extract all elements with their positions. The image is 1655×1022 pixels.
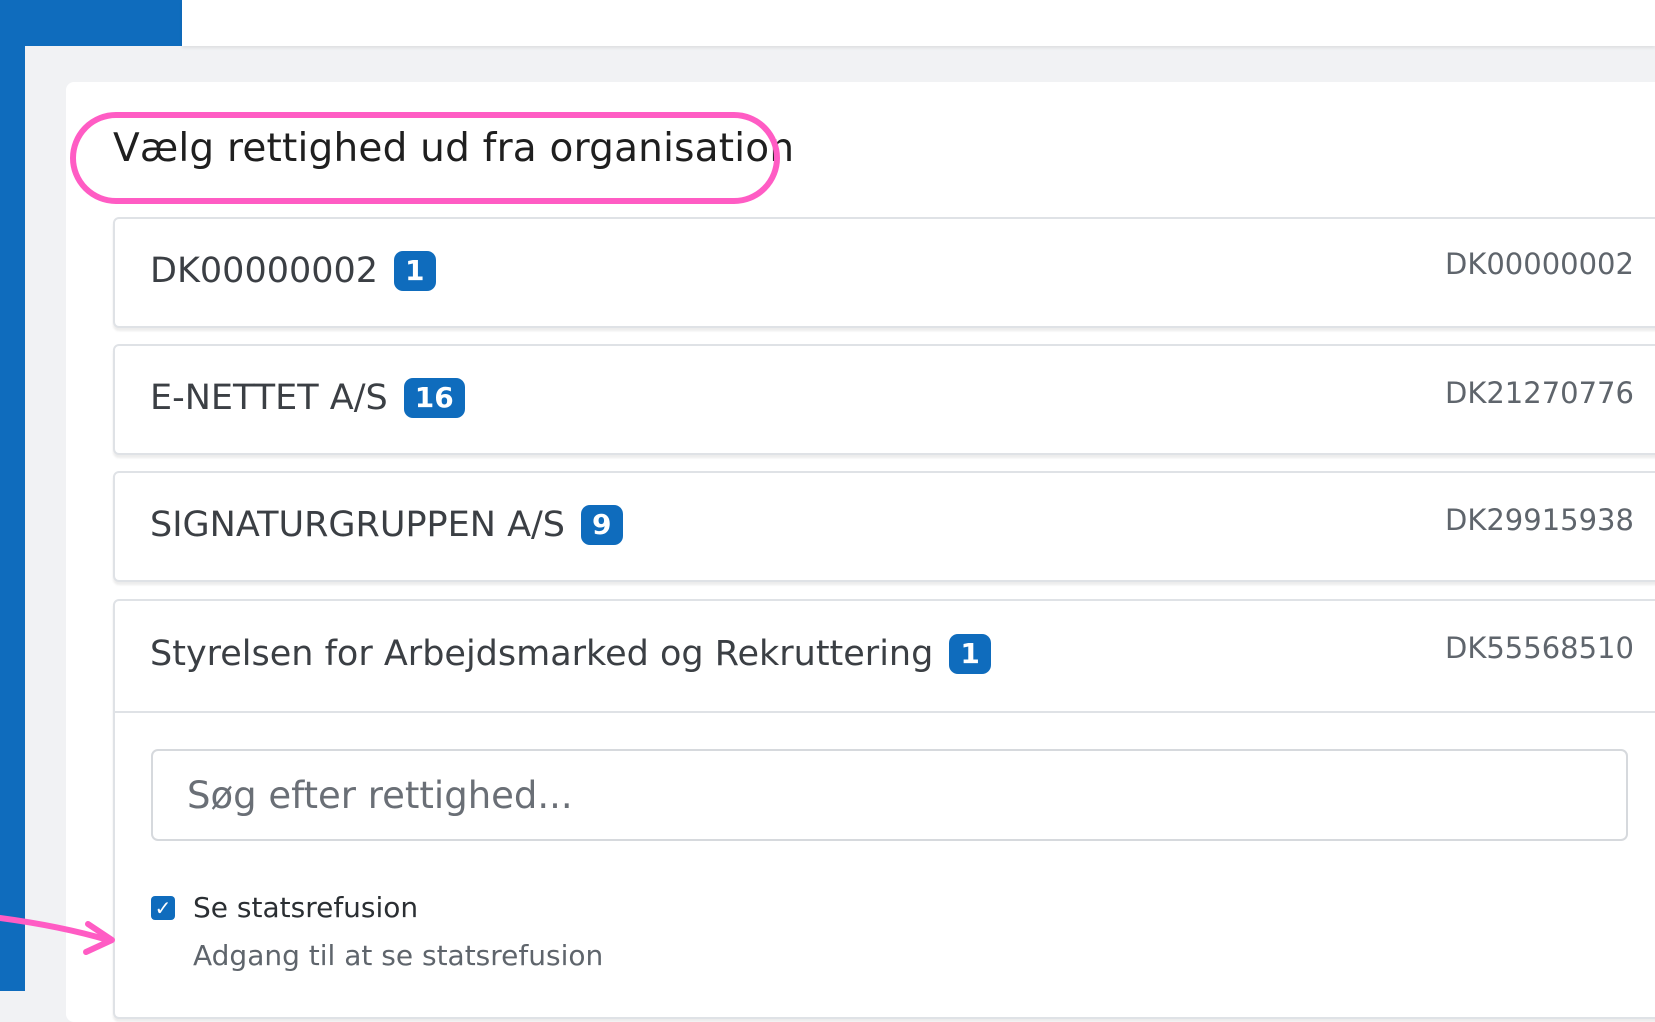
nav-header-block <box>0 0 182 46</box>
org-name: Styrelsen for Arbejdsmarked og Rekrutter… <box>150 634 934 674</box>
rights-count-badge: 16 <box>403 378 465 418</box>
rights-count-badge: 9 <box>581 505 623 545</box>
org-card-signaturgruppen[interactable]: SIGNATURGRUPPEN A/S 9 DK29915938 <box>113 471 1655 582</box>
checkmark-icon: ✓ <box>154 895 172 920</box>
permission-label[interactable]: Se statsrefusion <box>193 891 418 924</box>
left-nav-bar <box>0 0 25 991</box>
org-cvr: DK29915938 <box>1445 503 1634 537</box>
annotation-highlight-outline <box>70 112 780 204</box>
permission-description: Adgang til at se statsrefusion <box>193 939 604 972</box>
org-cvr: DK00000002 <box>1445 247 1634 281</box>
org-name: E-NETTET A/S <box>150 378 388 418</box>
card-divider <box>115 711 1655 713</box>
org-name: DK00000002 <box>150 251 379 291</box>
permission-checkbox[interactable]: ✓ <box>151 895 175 920</box>
org-name: SIGNATURGRUPPEN A/S <box>150 505 566 545</box>
top-header-bar <box>182 0 1655 46</box>
permission-item: ✓ Se statsrefusion <box>151 891 418 924</box>
org-cvr: DK21270776 <box>1445 376 1634 410</box>
rights-count-badge: 1 <box>394 251 436 291</box>
annotation-arrow-icon <box>0 915 115 955</box>
org-card-dk00000002[interactable]: DK00000002 1 DK00000002 <box>113 217 1655 328</box>
org-cvr: DK55568510 <box>1445 631 1634 665</box>
org-card-styrelsen-expanded: Styrelsen for Arbejdsmarked og Rekrutter… <box>113 599 1655 1019</box>
permission-search-input[interactable] <box>151 749 1628 841</box>
rights-count-badge: 1 <box>949 634 991 674</box>
org-card-e-nettet[interactable]: E-NETTET A/S 16 DK21270776 <box>113 344 1655 455</box>
org-card-header[interactable]: Styrelsen for Arbejdsmarked og Rekrutter… <box>150 634 991 674</box>
